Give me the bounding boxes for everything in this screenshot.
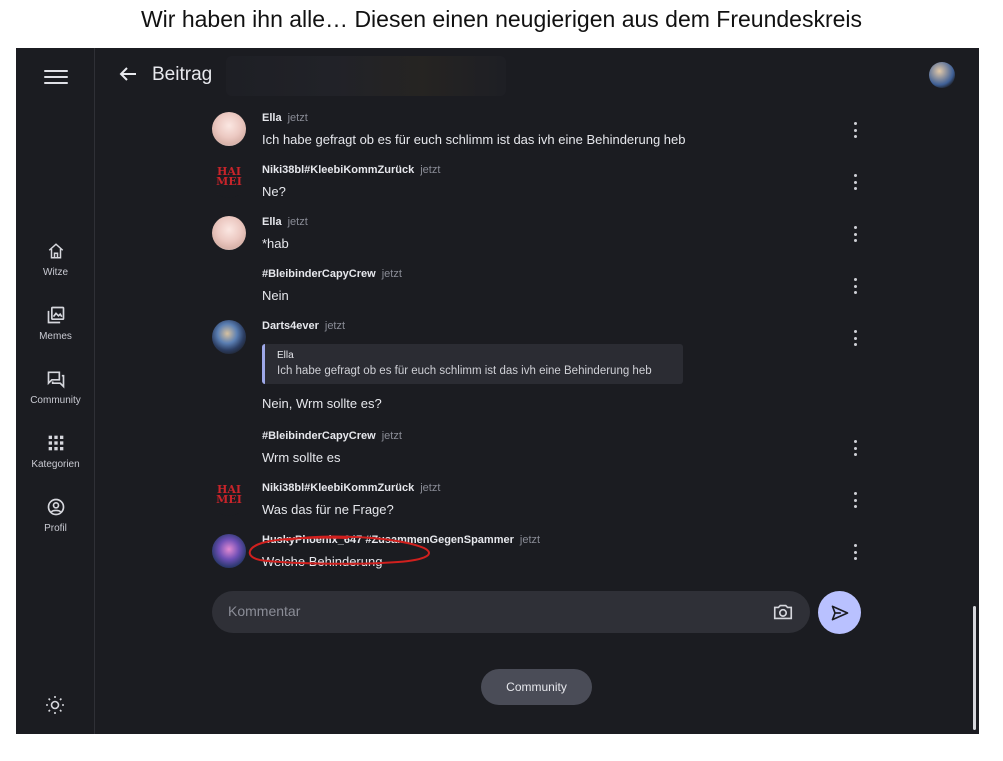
scrollbar[interactable]: [973, 606, 976, 730]
image-caption: Wir haben ihn alle… Diesen einen neugier…: [140, 6, 863, 32]
comment-author[interactable]: Ella: [262, 216, 282, 228]
comment-text: Ich habe gefragt ob es für euch schlimm …: [262, 132, 686, 147]
comment-text: *hab: [262, 236, 289, 251]
comment-author[interactable]: Ella: [262, 112, 282, 124]
send-button[interactable]: [818, 591, 861, 634]
nav-item-profil[interactable]: Profil: [16, 494, 95, 534]
avatar[interactable]: HAI MEI: [212, 482, 246, 516]
comment-text: Was das für ne Frage?: [262, 502, 394, 517]
comment-text: Nein: [262, 288, 289, 303]
navigation-rail: Witze Memes Community Kategorien Profil: [16, 48, 95, 734]
nav-label-profil: Profil: [44, 523, 67, 534]
comment-input[interactable]: Kommentar: [212, 591, 810, 633]
comment-time: jetzt: [519, 534, 541, 546]
comment-time: jetzt: [287, 216, 308, 228]
comment-text: Nein, Wrm sollte es?: [262, 396, 382, 411]
avatar[interactable]: [212, 320, 246, 354]
avatar[interactable]: [212, 534, 246, 568]
grid-icon: [16, 430, 95, 456]
nav-label-memes: Memes: [39, 331, 72, 342]
comment-placeholder: Kommentar: [228, 603, 301, 619]
comment-author[interactable]: #BleibinderCapyCrew: [262, 268, 376, 280]
red-annotation-circle: [248, 535, 430, 565]
app-window: Witze Memes Community Kategorien Profil: [16, 48, 979, 734]
comment-text: Wrm sollte es: [262, 450, 341, 465]
avatar[interactable]: [212, 430, 246, 464]
nav-label-kategorien: Kategorien: [31, 459, 80, 470]
comment-text: Ne?: [262, 184, 286, 199]
comment-author[interactable]: Darts4ever: [262, 320, 319, 332]
avatar[interactable]: [212, 112, 246, 146]
more-vert-icon[interactable]: [852, 174, 858, 190]
more-vert-icon[interactable]: [852, 492, 858, 508]
comment-time: jetzt: [420, 164, 441, 176]
comment-time: jetzt: [324, 320, 346, 332]
more-vert-icon[interactable]: [852, 122, 858, 138]
send-icon: [831, 605, 848, 620]
more-vert-icon[interactable]: [852, 544, 858, 560]
nav-label-community: Community: [30, 395, 81, 406]
comment-time: jetzt: [420, 482, 441, 494]
more-vert-icon[interactable]: [852, 440, 858, 456]
page-title: Beitrag: [152, 64, 213, 85]
nav-item-witze[interactable]: Witze: [16, 238, 95, 278]
nav-item-memes[interactable]: Memes: [16, 302, 95, 342]
comment-author[interactable]: #BleibinderCapyCrew: [262, 430, 376, 442]
more-vert-icon[interactable]: [852, 278, 858, 294]
comment-author[interactable]: Niki38bl#KleebiKommZurück: [262, 482, 414, 494]
home-icon: [16, 238, 95, 264]
top-app-bar: Beitrag: [96, 48, 979, 104]
more-vert-icon[interactable]: [852, 330, 858, 346]
nav-item-kategorien[interactable]: Kategorien: [16, 430, 95, 470]
comment-author[interactable]: Niki38bl#KleebiKommZurück: [262, 164, 414, 176]
quoted-reply[interactable]: Ella Ich habe gefragt ob es für euch sch…: [262, 344, 683, 384]
gallery-icon: [16, 302, 95, 328]
comment-time: jetzt: [381, 430, 402, 442]
comment-time: jetzt: [381, 268, 402, 280]
community-button[interactable]: Community: [481, 669, 592, 705]
nav-item-community[interactable]: Community: [16, 366, 95, 406]
arrow-left-icon[interactable]: [116, 62, 140, 86]
comment-time: jetzt: [287, 112, 308, 124]
avatar[interactable]: [212, 216, 246, 250]
forum-icon: [16, 366, 95, 392]
hamburger-menu-icon[interactable]: [42, 66, 70, 86]
nav-label-witze: Witze: [43, 267, 68, 278]
avatar[interactable]: HAI MEI: [212, 164, 246, 198]
account-icon: [16, 494, 95, 520]
camera-icon[interactable]: [772, 601, 794, 623]
brightness-icon[interactable]: [43, 693, 67, 717]
blurred-post-title: [226, 56, 506, 96]
user-avatar[interactable]: [929, 62, 955, 88]
avatar[interactable]: [212, 268, 246, 302]
more-vert-icon[interactable]: [852, 226, 858, 242]
quote-text: Ich habe gefragt ob es für euch schlimm …: [277, 365, 652, 377]
quote-author: Ella: [277, 350, 294, 361]
